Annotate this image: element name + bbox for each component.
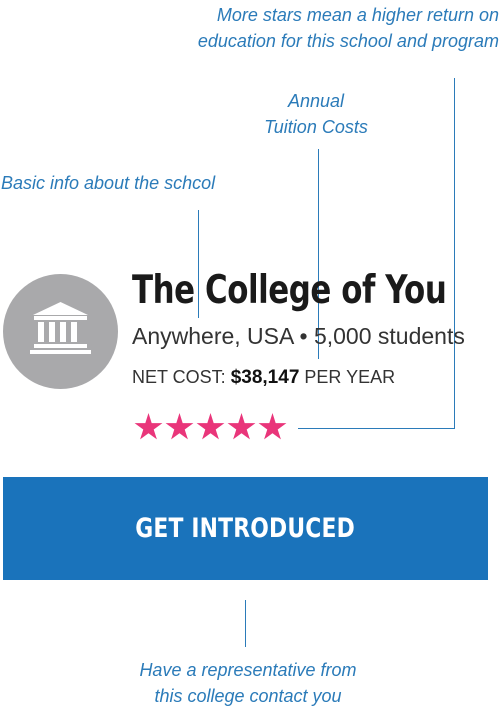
stars-leader-vertical: [454, 78, 455, 429]
stars-annotation: More stars mean a higher return on educa…: [198, 2, 499, 54]
basic-info-annotation: Basic info about the schcol: [1, 173, 216, 193]
star-icon: [196, 413, 225, 440]
net-cost-suffix: PER YEAR: [304, 367, 396, 387]
tuition-annotation: Annual Tuition Costs: [246, 88, 386, 140]
stars-annotation-line-2: education for this school and program: [197, 31, 499, 51]
contact-annotation: Have a representative from this college …: [100, 657, 396, 709]
school-name: The College of You: [132, 268, 447, 313]
school-icon-circle: [3, 274, 118, 389]
star-rating: [134, 413, 287, 442]
school-location: Anywhere, USA: [132, 323, 294, 349]
star-icon: [227, 413, 256, 440]
stars-annotation-line-1: More stars mean a higher return on: [216, 5, 499, 25]
meta-separator: •: [299, 323, 308, 349]
get-introduced-label: GET INTRODUCED: [135, 513, 356, 544]
star-icon: [134, 413, 163, 440]
contact-annotation-line-1: Have a representative from: [139, 660, 357, 680]
stars-leader-horizontal: [298, 428, 455, 429]
school-meta: Anywhere, USA • 5,000 students: [132, 323, 465, 350]
student-count: 5,000 students: [313, 323, 465, 349]
net-cost-value: $38,147: [230, 367, 300, 388]
net-cost-label: NET COST:: [132, 367, 226, 387]
contact-annotation-line-2: this college contact you: [154, 686, 342, 706]
university-building-icon: [30, 302, 91, 354]
tuition-annotation-line-1: Annual: [287, 91, 345, 111]
contact-leader-line: [245, 600, 246, 647]
star-icon: [258, 413, 287, 440]
net-cost: NET COST: $38,147 PER YEAR: [132, 367, 395, 389]
get-introduced-button[interactable]: GET INTRODUCED: [3, 477, 488, 580]
star-icon: [165, 413, 194, 440]
tuition-annotation-line-2: Tuition Costs: [264, 117, 368, 137]
